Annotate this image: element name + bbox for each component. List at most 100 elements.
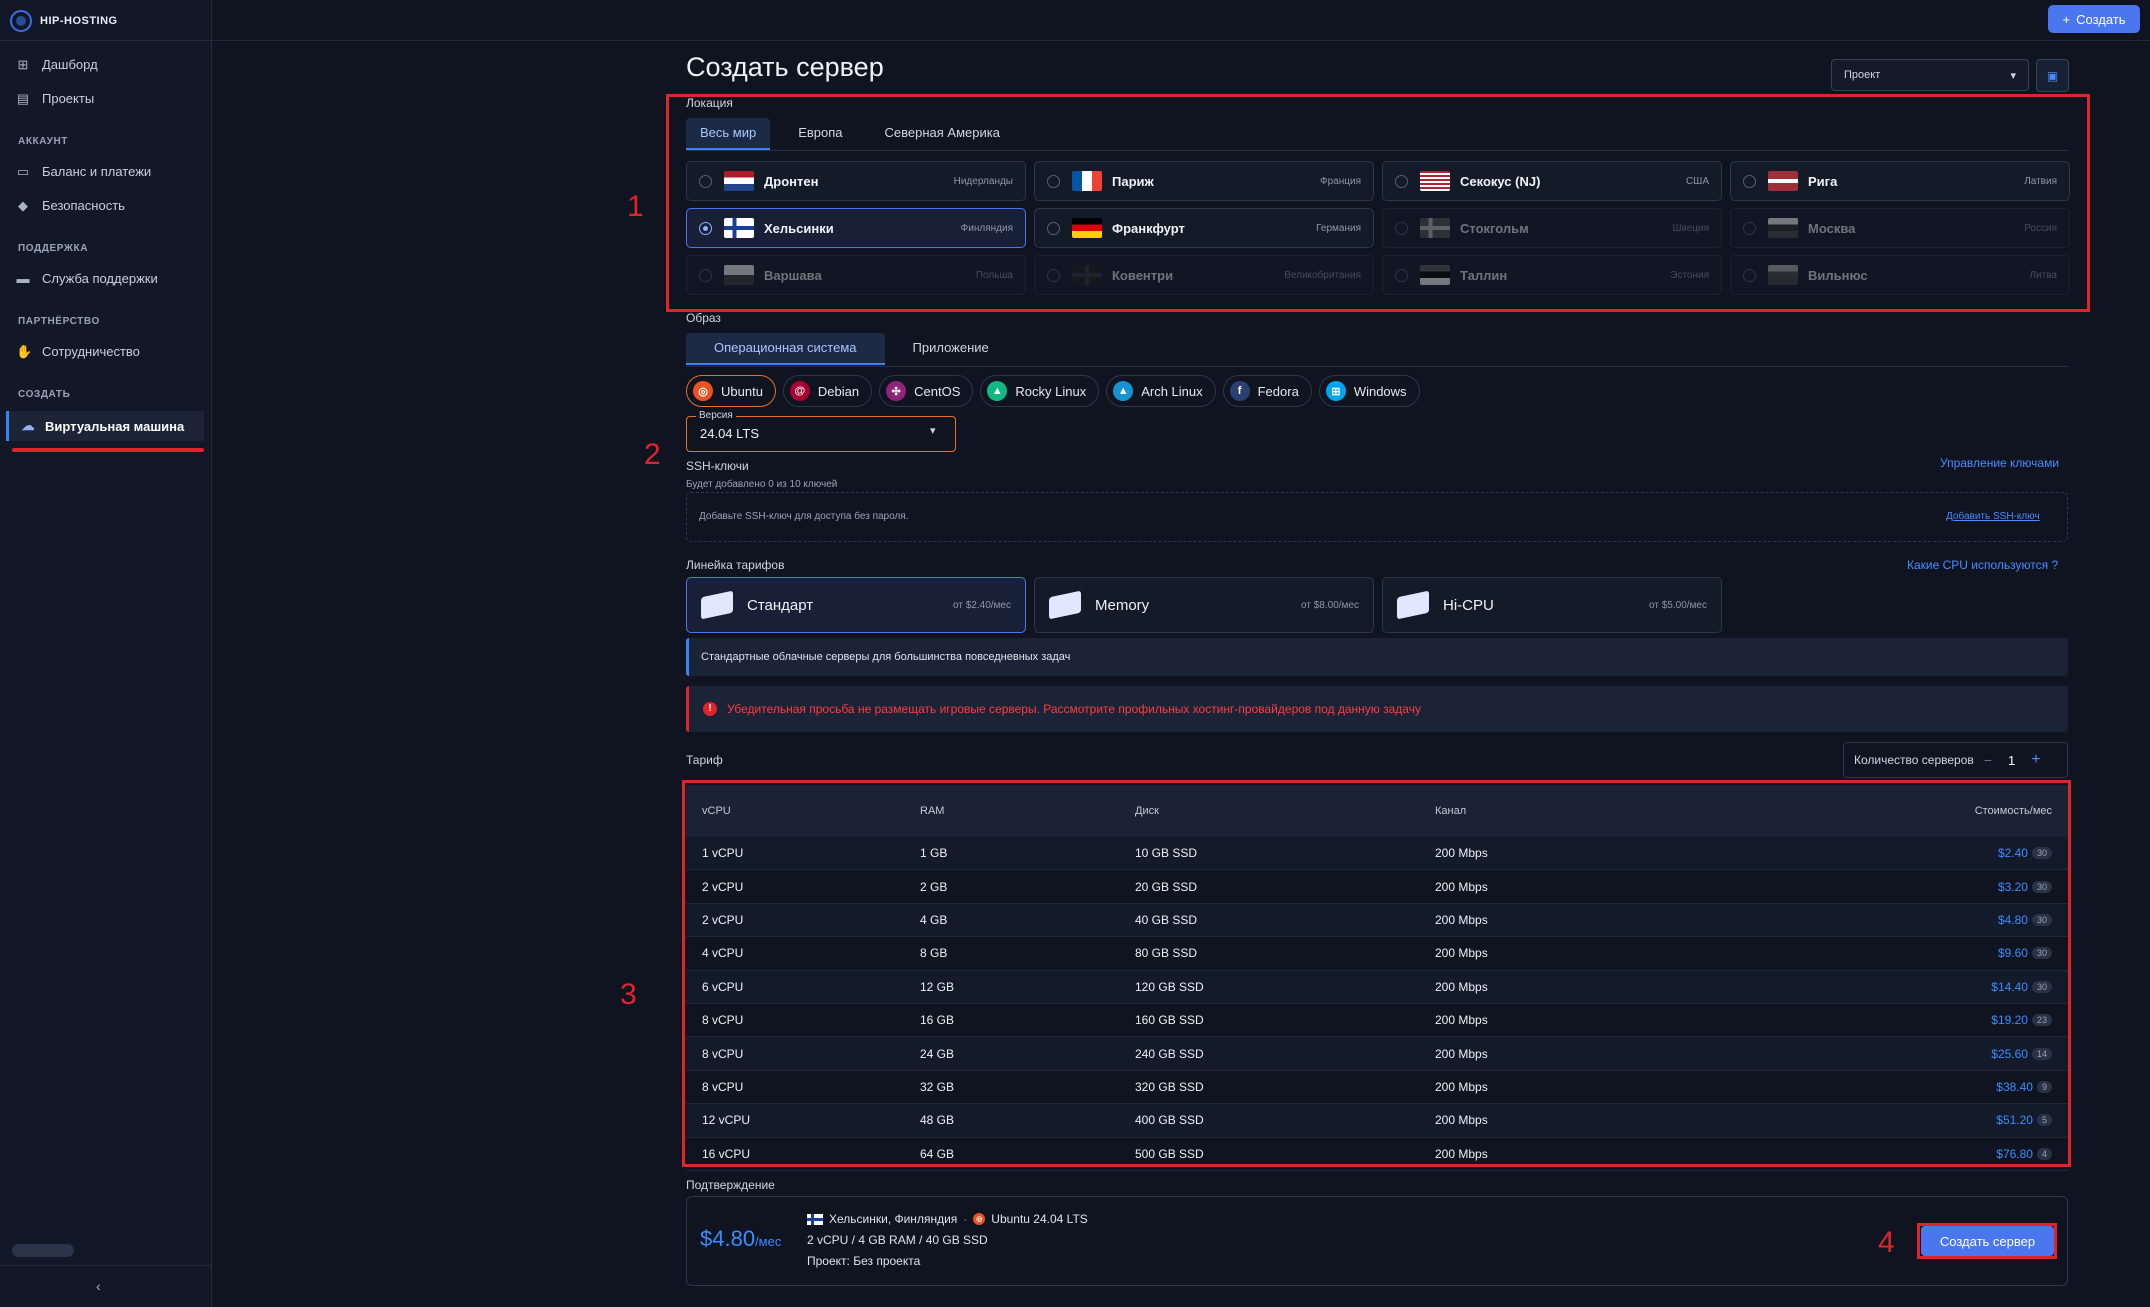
tier-name: Стандарт [747,596,814,614]
os-name: Arch Linux [1141,383,1203,399]
tab-os[interactable]: Операционная система [686,333,885,365]
sidebar-item-dashboard[interactable]: ⊞ Дашборд [16,57,98,72]
os-option[interactable]: f Fedora [1222,375,1312,407]
total-price-value: $4.80 [700,1226,756,1251]
sidebar-divider [0,40,211,41]
tier-option[interactable]: Hi-CPU от $5.00/мес [1382,577,1722,633]
logo[interactable]: HIP-HOSTING [10,10,118,32]
sidebar-item-label: Сотрудничество [42,344,140,359]
os-option[interactable]: @ Debian [782,375,873,407]
logo-icon [10,10,32,32]
handshake-icon: ✋ [16,343,33,359]
sidebar [0,0,212,1307]
server-stack-icon [701,590,733,620]
server-qty-stepper: Количество серверов − 1 + [1843,742,2068,778]
tab-app[interactable]: Приложение [899,333,1003,363]
warning-banner: ! Убедительная просьба не размещать игро… [686,686,2068,732]
os-logo-icon: ✣ [886,381,907,401]
add-ssh-key-link[interactable]: Добавить SSH-ключ [1946,511,2040,522]
os-logo-icon: f [1229,381,1250,401]
collapse-sidebar-icon[interactable]: ‹ [96,1278,101,1294]
tier-name: Hi-CPU [1443,596,1494,614]
cloud-icon: ☁ [21,418,35,433]
os-option[interactable]: ▲ Rocky Linux [980,375,1100,407]
confirm-os: Ubuntu 24.04 LTS [991,1212,1088,1226]
section-partnership: ПАРТНЁРСТВО [18,316,100,327]
os-option[interactable]: ▲ Arch Linux [1106,375,1216,407]
topbar [211,0,2150,41]
os-option[interactable]: ⊞ Windows [1318,375,1420,407]
qty-value: 1 [2007,752,2016,768]
sidebar-item-security[interactable]: ◆ Безопасность [16,198,125,213]
ssh-hint: Будет добавлено 0 из 10 ключей [686,479,838,490]
os-option[interactable]: ◎ Ubuntu [686,375,776,407]
os-logo-icon: ▲ [987,381,1008,401]
qty-label: Количество серверов [1854,753,1974,767]
ubuntu-icon: ◎ [973,1213,986,1225]
cpu-info-link[interactable]: Какие CPU используются ? [1907,558,2058,572]
image-tabs: Операционная система Приложение [686,333,1003,365]
project-select[interactable]: Проект ▾ [1831,59,2029,91]
qty-minus-button[interactable]: − [1984,752,1992,768]
confirm-location: Хельсинки, Финляндия [829,1212,958,1226]
os-name: CentOS [914,383,961,399]
sidebar-item-label: Дашборд [42,57,98,72]
ticket-icon: ▬ [16,270,30,286]
os-name: Windows [1353,383,1407,399]
sidebar-footer-divider [0,1265,211,1266]
tier-price: от $2.40/мес [953,599,1011,611]
sidebar-item-projects[interactable]: ▤ Проекты [16,91,94,106]
os-logo-icon: @ [789,381,810,401]
tariff-label: Тариф [686,753,723,767]
os-option[interactable]: ✣ CentOS [879,375,974,407]
sidebar-item-label: Проекты [42,91,95,106]
manage-keys-link[interactable]: Управление ключами [1940,456,2059,470]
server-stack-icon [1049,590,1081,620]
tier-description: Стандартные облачные серверы для большин… [686,638,2068,676]
tabs-divider [686,366,2068,367]
total-price: $4.80/мес [700,1226,781,1252]
plus-icon: + [2062,11,2071,27]
tier-list: Стандарт от $2.40/мес Memory от $8.00/мес Hi… [686,577,1722,633]
caret-down-icon: ▾ [2010,69,2016,82]
confirm-project: Проект: Без проекта [807,1254,921,1268]
sidebar-item-vm[interactable]: ☁ Виртуальная машина [6,411,204,441]
annotation-underline [12,448,204,452]
os-list: ◎ Ubuntu @ Debian ✣ CentOS ▲ Rocky Linux ▲ Arch L… [686,375,1420,407]
tier-name: Memory [1095,596,1150,614]
tier-price: от $8.00/мес [1301,599,1359,611]
os-name: Fedora [1257,383,1299,399]
highlight-frame-submit [1917,1223,2057,1259]
section-account: АККАУНТ [18,136,69,147]
tier-option[interactable]: Memory от $8.00/мес [1034,577,1374,633]
tier-price: от $5.00/мес [1649,599,1707,611]
app-version-badge [12,1244,74,1257]
warning-text: Убедительная просьба не размещать игровы… [727,702,1421,716]
sidebar-item-partnership[interactable]: ✋ Сотрудничество [16,344,140,359]
qty-plus-button[interactable]: + [2031,751,2040,769]
highlight-frame-tariff [682,780,2071,1167]
annotation-1: 1 [627,190,644,223]
caret-down-icon: ▾ [930,425,936,437]
section-support: ПОДДЕРЖКА [18,243,89,254]
total-price-unit: /мес [755,1234,782,1249]
sidebar-item-label: Служба поддержки [42,271,158,286]
tiers-label: Линейка тарифов [686,558,785,572]
os-logo-icon: ▲ [1113,381,1134,401]
section-create: СОЗДАТЬ [18,389,71,400]
page-title: Создать сервер [686,52,884,82]
ssh-box-text: Добавьте SSH-ключ для доступа без пароля… [699,511,909,522]
sidebar-item-label: Баланс и платежи [42,164,152,179]
create-button[interactable]: + Создать [2048,5,2140,33]
tier-option[interactable]: Стандарт от $2.40/мес [686,577,1026,633]
sidebar-item-billing[interactable]: ▭ Баланс и платежи [16,164,151,179]
brand-name: HIP-HOSTING [40,15,118,27]
os-name: Debian [817,383,860,399]
sidebar-item-support[interactable]: ▬ Служба поддержки [16,271,158,286]
os-name: Rocky Linux [1015,383,1087,399]
sidebar-item-label: Виртуальная машина [45,418,185,434]
new-folder-button[interactable]: ▣ [2036,59,2069,92]
version-label: Версия [696,410,736,421]
confirm-specs: 2 vCPU / 4 GB RAM / 40 GB SSD [807,1233,988,1247]
create-button-label: Создать [2076,11,2126,27]
